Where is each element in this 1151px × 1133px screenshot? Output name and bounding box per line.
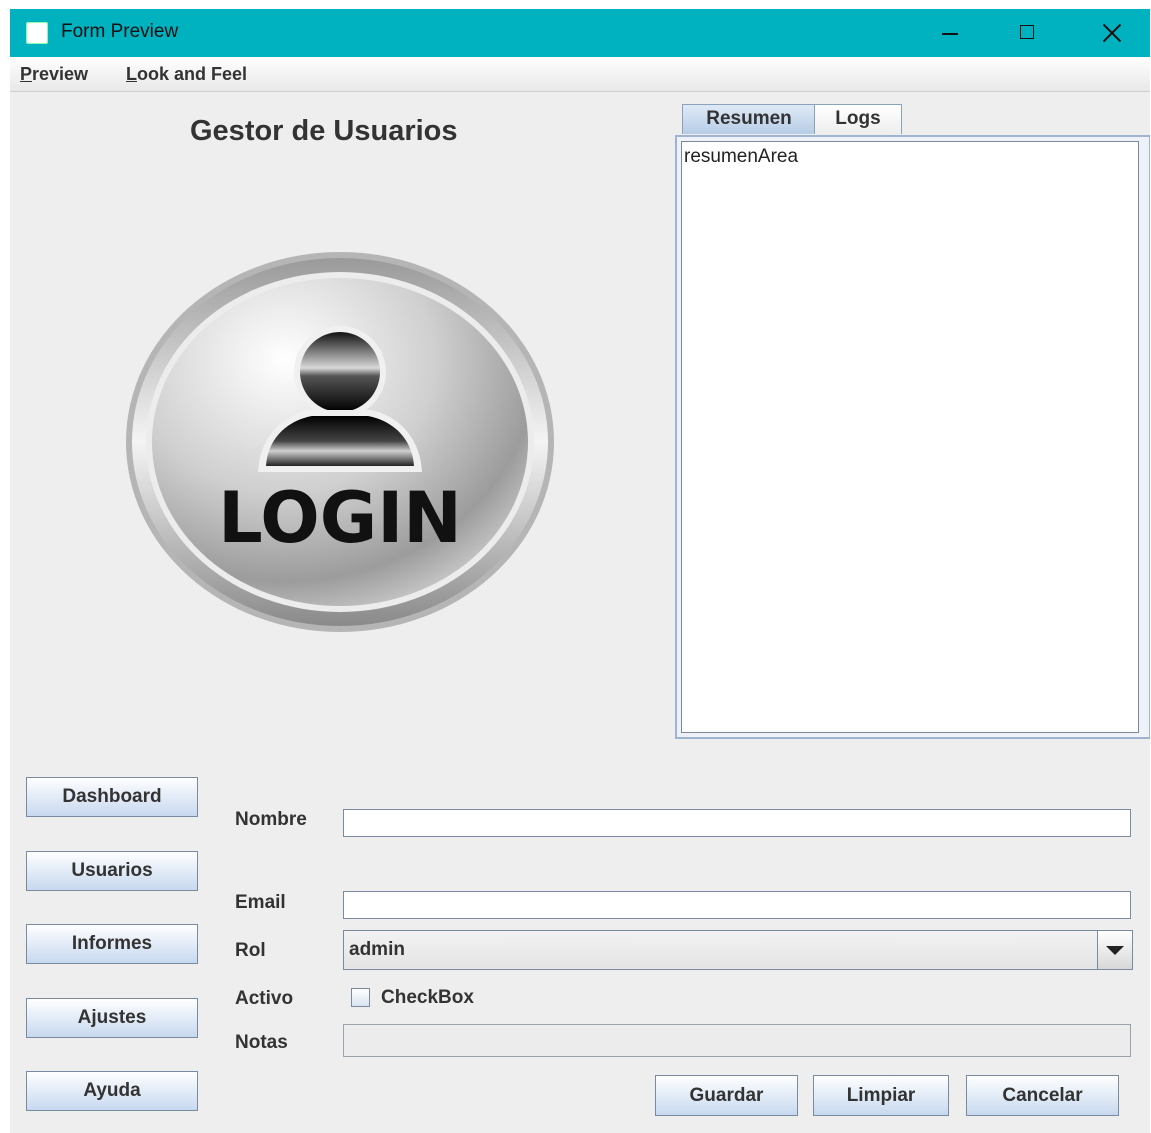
nombre-label: Nombre: [235, 809, 307, 830]
notas-field[interactable]: [343, 1024, 1131, 1057]
ayuda-button[interactable]: Ayuda: [26, 1071, 198, 1111]
menu-look-and-feel[interactable]: Look and Feel: [126, 64, 247, 85]
java-cup-icon: [26, 22, 48, 44]
rol-dropdown-arrow-button[interactable]: [1097, 931, 1132, 969]
login-logo-text: LOGIN: [218, 477, 462, 559]
tab-panel-resumen: resumenArea: [675, 135, 1150, 739]
tab-logs[interactable]: Logs: [814, 104, 902, 134]
chevron-down-icon: [1106, 946, 1124, 955]
email-label: Email: [235, 892, 286, 913]
close-button[interactable]: [1076, 9, 1146, 57]
tab-resumen[interactable]: Resumen: [682, 104, 816, 134]
notas-label: Notas: [235, 1032, 288, 1053]
informes-button[interactable]: Informes: [26, 924, 198, 964]
title-bar[interactable]: Form Preview: [10, 9, 1150, 57]
cancelar-button[interactable]: Cancelar: [966, 1075, 1119, 1116]
nombre-field[interactable]: [343, 809, 1131, 837]
menu-preview[interactable]: Preview: [20, 64, 88, 85]
page-title: Gestor de Usuarios: [190, 115, 458, 147]
rol-selected-value: admin: [349, 939, 405, 960]
activo-checkbox-label[interactable]: CheckBox: [381, 987, 474, 1009]
activo-checkbox[interactable]: [351, 988, 370, 1007]
usuarios-button[interactable]: Usuarios: [26, 851, 198, 891]
rol-label: Rol: [235, 940, 266, 961]
email-field[interactable]: [343, 891, 1131, 919]
window-title: Form Preview: [61, 21, 179, 42]
menu-bar: Preview Look and Feel: [10, 57, 1150, 92]
ajustes-button[interactable]: Ajustes: [26, 998, 198, 1038]
user-login-icon: LOGIN: [126, 252, 554, 632]
rol-dropdown[interactable]: admin: [343, 930, 1133, 970]
activo-label: Activo: [235, 988, 294, 1009]
minimize-button[interactable]: [914, 9, 984, 57]
app-window: Form Preview Preview Look and Feel Gesto…: [10, 9, 1150, 1133]
dashboard-button[interactable]: Dashboard: [26, 777, 198, 817]
maximize-button[interactable]: [992, 9, 1062, 57]
guardar-button[interactable]: Guardar: [655, 1075, 798, 1116]
close-icon: [1102, 23, 1122, 43]
minimize-icon: [942, 33, 958, 35]
limpiar-button[interactable]: Limpiar: [813, 1075, 949, 1116]
resumen-text-area[interactable]: resumenArea: [681, 141, 1139, 733]
maximize-icon: [1020, 25, 1034, 39]
